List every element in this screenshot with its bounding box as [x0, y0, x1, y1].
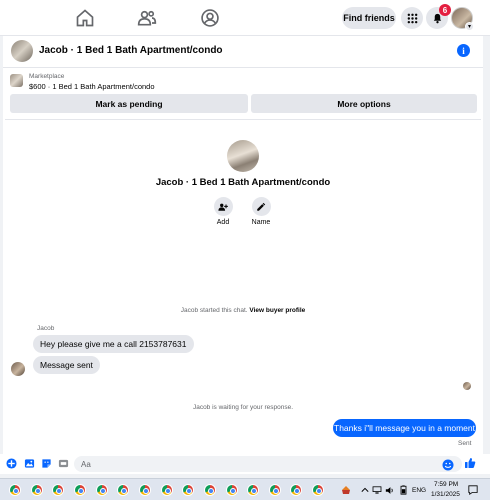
marketplace-listing-card: Marketplace $600 · 1 Bed 1 Bath Apartmen…	[5, 70, 481, 120]
volume-icon[interactable]	[385, 485, 395, 495]
chrome-icon[interactable]	[182, 484, 194, 496]
name-label: Name	[251, 219, 271, 226]
menu-grid-icon[interactable]	[401, 7, 423, 29]
marketplace-label: Marketplace	[29, 73, 65, 80]
contact-avatar[interactable]	[11, 40, 33, 62]
emoji-icon[interactable]	[442, 458, 454, 471]
home-icon[interactable]	[75, 8, 95, 28]
chrome-icon[interactable]	[31, 484, 43, 496]
chat-started-text: Jacob started this chat.	[180, 307, 248, 314]
friends-icon[interactable]	[137, 8, 157, 28]
weather-icon[interactable]	[339, 485, 352, 495]
top-navigation: Find friends 6 ▾	[0, 0, 490, 36]
info-icon[interactable]: i	[457, 44, 470, 57]
message-input[interactable]	[74, 456, 462, 472]
sent-status: Sent	[458, 440, 472, 447]
battery-icon[interactable]	[398, 485, 408, 495]
chrome-icon[interactable]	[96, 484, 108, 496]
view-buyer-profile-link[interactable]: View buyer profile	[249, 307, 305, 314]
chat-panel: Jacob · 1 Bed 1 Bath Apartment/condo i M…	[3, 36, 483, 454]
chrome-icon[interactable]	[247, 484, 259, 496]
outgoing-message[interactable]: Thanks i"ll message you in a moment	[333, 419, 476, 437]
gif-icon[interactable]	[58, 458, 69, 469]
chat-header: Jacob · 1 Bed 1 Bath Apartment/condo i	[3, 36, 483, 68]
add-label: Add	[216, 219, 230, 226]
incoming-message[interactable]: Hey please give me a call 2153787631	[33, 335, 194, 353]
waiting-notice: Jacob is waiting for your response.	[192, 404, 294, 411]
chrome-icon[interactable]	[204, 484, 216, 496]
clock-time[interactable]: 7:59 PM	[434, 481, 458, 488]
profile-icon[interactable]	[200, 8, 220, 28]
chrome-icon[interactable]	[269, 484, 281, 496]
sticker-icon[interactable]	[41, 458, 52, 469]
clock-date[interactable]: 1/31/2025	[431, 491, 460, 498]
sender-avatar[interactable]	[11, 362, 25, 376]
notifications-icon[interactable]	[468, 485, 478, 495]
plus-icon[interactable]	[6, 458, 17, 469]
chat-title[interactable]: Jacob · 1 Bed 1 Bath Apartment/condo	[39, 45, 223, 56]
listing-thumbnail[interactable]	[10, 74, 23, 87]
chrome-icon[interactable]	[52, 484, 64, 496]
chevron-down-icon[interactable]: ▾	[465, 22, 474, 31]
notification-badge: 6	[439, 4, 451, 16]
message-composer	[0, 454, 490, 474]
network-icon[interactable]	[372, 485, 382, 495]
incoming-message[interactable]: Message sent	[33, 356, 100, 374]
chrome-icon[interactable]	[9, 484, 21, 496]
more-options-button[interactable]: More options	[251, 94, 477, 113]
chrome-icon[interactable]	[161, 484, 173, 496]
chrome-icon[interactable]	[290, 484, 302, 496]
photo-icon[interactable]	[24, 458, 35, 469]
chrome-icon[interactable]	[74, 484, 86, 496]
find-friends-button[interactable]: Find friends	[342, 7, 396, 29]
name-button[interactable]: Name	[241, 197, 281, 226]
listing-title[interactable]: $600 · 1 Bed 1 Bath Apartment/condo	[29, 82, 155, 91]
chevron-up-icon[interactable]	[360, 485, 370, 495]
seen-indicator-avatar	[463, 382, 471, 390]
chat-started-notice: Jacob started this chat. View buyer prof…	[3, 307, 483, 314]
thumbs-up-icon[interactable]	[464, 457, 476, 469]
chrome-icon[interactable]	[312, 484, 324, 496]
chrome-icon[interactable]	[139, 484, 151, 496]
pencil-icon[interactable]	[251, 197, 271, 216]
sender-name: Jacob	[37, 325, 55, 332]
chrome-icon[interactable]	[117, 484, 129, 496]
chrome-icon[interactable]	[226, 484, 238, 496]
add-person-icon[interactable]	[213, 197, 233, 216]
profile-name: Jacob · 1 Bed 1 Bath Apartment/condo	[155, 177, 331, 188]
profile-avatar[interactable]	[227, 140, 259, 172]
mark-as-pending-button[interactable]: Mark as pending	[10, 94, 248, 113]
language-indicator[interactable]: ENG	[412, 487, 426, 494]
add-button[interactable]: Add	[203, 197, 243, 226]
windows-taskbar: ENG 7:59 PM 1/31/2025	[0, 478, 490, 500]
